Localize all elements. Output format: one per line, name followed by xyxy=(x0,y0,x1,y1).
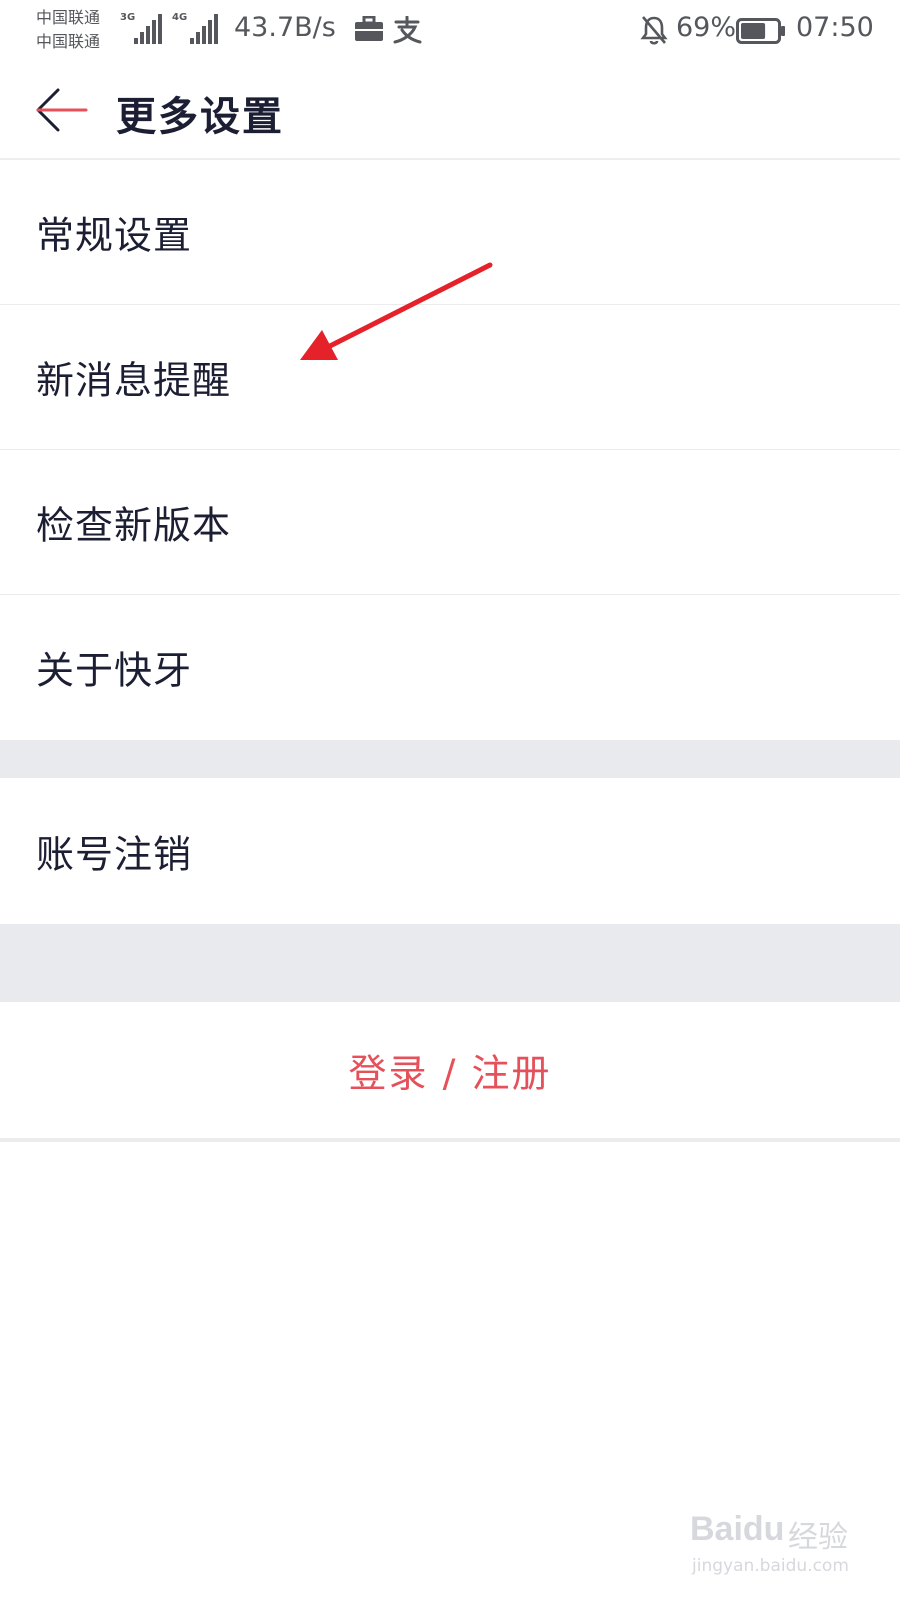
page-title: 更多设置 xyxy=(116,94,284,140)
menu-item-new-message-notification[interactable]: 新消息提醒 xyxy=(0,305,900,450)
watermark-logo: Baidu xyxy=(690,1510,785,1548)
login-register-label: 登录 / 注册 xyxy=(348,1051,552,1096)
baidu-jingyan-watermark: Baidu 经验 jingyan.baidu.com xyxy=(690,1500,860,1590)
carrier-1-label: 中国联通 xyxy=(36,8,101,27)
section-divider xyxy=(0,924,900,1002)
status-bar: 中国联通 中国联通 3G 4G 43.7B/s 69% 07:50 xyxy=(0,0,900,62)
header-bar: 更多设置 xyxy=(0,62,900,160)
bell-muted-icon xyxy=(640,14,668,50)
carrier-info: 中国联通 中国联通 xyxy=(36,6,100,54)
signal-4g-icon: 4G xyxy=(172,12,222,46)
back-arrow-icon xyxy=(32,88,92,142)
signal-3g-icon: 3G xyxy=(120,12,166,46)
menu-item-label: 关于快牙 xyxy=(36,648,193,693)
carrier-2-label: 中国联通 xyxy=(36,32,101,51)
watermark-url: jingyan.baidu.com xyxy=(692,1556,849,1576)
menu-item-about[interactable]: 关于快牙 xyxy=(0,595,900,739)
battery-percent: 69% xyxy=(676,12,737,43)
briefcase-icon xyxy=(354,15,384,46)
menu-item-general-settings[interactable]: 常规设置 xyxy=(0,160,900,305)
menu-item-account-deactivation[interactable]: 账号注销 xyxy=(0,778,900,924)
menu-item-label: 新消息提醒 xyxy=(36,358,232,403)
login-register-button[interactable]: 登录 / 注册 xyxy=(0,1002,900,1142)
clock: 07:50 xyxy=(796,12,874,43)
watermark-brand: 经验 xyxy=(788,1520,848,1555)
alipay-icon xyxy=(392,15,422,48)
menu-item-label: 账号注销 xyxy=(36,832,193,877)
menu-item-label: 常规设置 xyxy=(36,213,193,258)
battery-icon xyxy=(736,18,786,48)
section-divider xyxy=(0,740,900,778)
menu-item-label: 检查新版本 xyxy=(36,503,232,548)
network-speed: 43.7B/s xyxy=(234,12,336,43)
back-button[interactable] xyxy=(32,82,92,138)
menu-item-check-new-version[interactable]: 检查新版本 xyxy=(0,450,900,595)
